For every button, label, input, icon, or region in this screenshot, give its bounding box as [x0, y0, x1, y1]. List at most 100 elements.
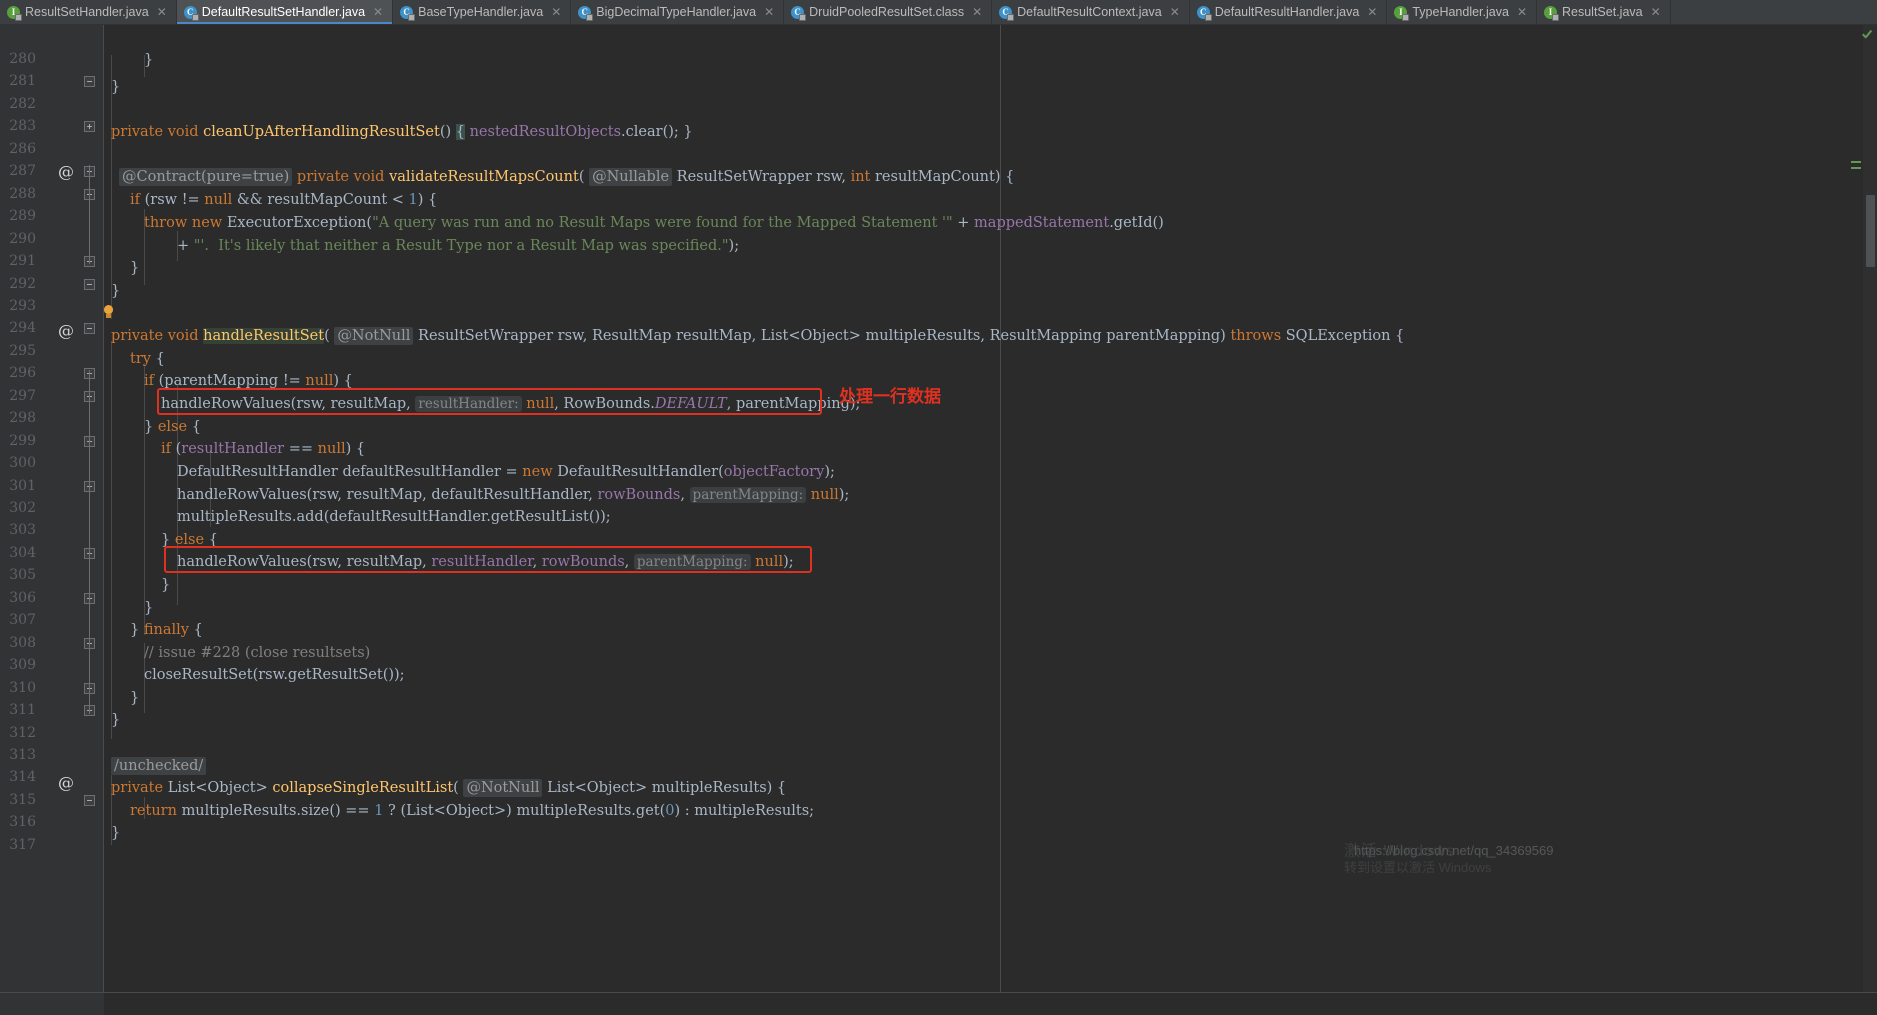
editor-gutter[interactable]: 280 281 282 283 286 287 288 289 290 291 292 293 294 2…: [0, 25, 104, 1015]
code-line-287: @Contract(pure=true) private void valida…: [119, 166, 1014, 188]
fold-collapse-icon[interactable]: [84, 794, 95, 806]
indent-guide: [144, 363, 145, 635]
line-number-310: 310: [9, 679, 36, 696]
scrollbar-thumb[interactable]: [1866, 195, 1875, 267]
code-line-296: if (parentMapping != null) {: [144, 373, 353, 389]
code-line-294: private void handleResultSet( @NotNull R…: [111, 327, 1405, 345]
tab-close-icon[interactable]: ✕: [764, 6, 774, 18]
bottom-editor-strip: [104, 993, 1877, 1015]
line-number-291: 291: [9, 253, 36, 270]
editor-scrollbar[interactable]: [1863, 25, 1877, 1015]
interface-icon: I: [7, 5, 22, 21]
line-number-307: 307: [9, 612, 36, 629]
code-line-313: /unchecked/: [111, 755, 207, 777]
tab-close-icon[interactable]: ✕: [1170, 6, 1180, 18]
error-stripe-marker[interactable]: [1851, 161, 1861, 163]
code-line-300: DefaultResultHandler defaultResultHandle…: [177, 464, 835, 480]
tab-close-icon[interactable]: ✕: [157, 6, 167, 18]
line-number-315: 315: [9, 791, 36, 808]
code-line-283: private void cleanUpAfterHandlingResultS…: [111, 124, 693, 140]
line-number-311: 311: [9, 702, 36, 719]
editor-tab-label: TypeHandler.java: [1412, 5, 1509, 19]
line-number-289: 289: [9, 208, 36, 225]
code-line-298: } else {: [144, 419, 201, 435]
code-editor[interactable]: 280 281 282 283 286 287 288 289 290 291 292 293 294 2…: [0, 25, 1877, 1015]
fold-region-line: [89, 370, 90, 620]
annotation-gutter-icon[interactable]: @: [58, 773, 74, 792]
code-line-314: private List<Object> collapseSingleResul…: [111, 779, 787, 797]
line-number-305: 305: [9, 567, 36, 584]
line-number-286: 286: [9, 140, 36, 157]
fold-expand-icon[interactable]: [84, 121, 95, 133]
line-number-295: 295: [9, 342, 36, 359]
annotation-note: 处理一行数据: [839, 387, 941, 407]
code-line-288: if (rsw != null && resultMapCount < 1) {: [130, 192, 438, 208]
line-number-317: 317: [9, 836, 36, 853]
annotation-gutter-icon[interactable]: @: [58, 162, 74, 181]
tab-close-icon[interactable]: ✕: [972, 6, 982, 18]
interface-icon: I: [1394, 5, 1410, 21]
code-text-surface[interactable]: } } private void cleanUpAfterHandlingRes…: [104, 25, 1877, 1015]
line-number-309: 309: [9, 657, 36, 674]
line-number-294: 294: [9, 320, 36, 337]
editor-tab-5[interactable]: C DefaultResultContext.java ✕: [992, 0, 1190, 24]
class-icon: C: [1196, 5, 1212, 21]
line-number-293: 293: [9, 297, 36, 314]
line-number-299: 299: [9, 432, 36, 449]
fold-region-line: [89, 189, 90, 264]
editor-tab-label: DruidPooledResultSet.class: [809, 5, 965, 19]
error-stripe-marker[interactable]: [1851, 167, 1861, 169]
code-line-281: }: [111, 79, 121, 95]
line-number-304: 304: [9, 544, 36, 561]
line-number-296: 296: [9, 365, 36, 382]
class-icon: C: [791, 5, 807, 21]
class-icon: C: [400, 5, 416, 21]
code-line-292: }: [111, 283, 121, 299]
indent-guide: [111, 341, 112, 739]
editor-tab-label: BaseTypeHandler.java: [418, 5, 544, 19]
code-line-311: }: [111, 712, 121, 728]
editor-tab-label: DefaultResultContext.java: [1017, 5, 1162, 19]
checkmark-ok-icon[interactable]: [1860, 29, 1874, 43]
line-number-312: 312: [9, 724, 36, 741]
code-line-310: }: [130, 690, 140, 706]
editor-tab-8[interactable]: I ResultSet.java ✕: [1537, 0, 1671, 24]
fold-collapse-icon[interactable]: [84, 76, 95, 88]
code-line-306: }: [144, 600, 154, 616]
editor-tab-label: BigDecimalTypeHandler.java: [596, 5, 757, 19]
editor-tab-6[interactable]: C DefaultResultHandler.java ✕: [1189, 0, 1388, 24]
code-line-290: + "'. It's likely that neither a Result …: [177, 238, 740, 254]
editor-tab-3[interactable]: C BigDecimalTypeHandler.java ✕: [571, 0, 785, 24]
fold-collapse-icon[interactable]: [84, 278, 95, 290]
fold-collapse-icon[interactable]: [84, 323, 95, 335]
code-line-302: multipleResults.add(defaultResultHandler…: [177, 509, 611, 525]
tab-close-icon[interactable]: ✕: [1367, 6, 1377, 18]
line-number-300: 300: [9, 455, 36, 472]
editor-tab-1[interactable]: C DefaultResultSetHandler.java ✕: [176, 0, 394, 24]
tab-close-icon[interactable]: ✕: [373, 6, 383, 18]
editor-tab-7[interactable]: I TypeHandler.java ✕: [1387, 0, 1537, 24]
code-line-299: if (resultHandler == null) {: [161, 441, 366, 457]
line-number-283: 283: [9, 118, 36, 135]
line-number-281: 281: [9, 73, 36, 90]
line-number-292: 292: [9, 275, 36, 292]
intention-bulb-icon[interactable]: [102, 305, 115, 319]
code-line-280: }: [144, 52, 154, 68]
code-line-291: }: [130, 260, 140, 276]
editor-tab-0[interactable]: I ResultSetHandler.java ✕: [0, 0, 177, 24]
editor-tab-bar[interactable]: I ResultSetHandler.java ✕ C DefaultResultSet…: [0, 0, 1877, 25]
code-line-304: handleRowValues(rsw, resultMap, resultHa…: [177, 554, 794, 570]
editor-tab-label: DefaultResultSetHandler.java: [201, 5, 366, 19]
code-line-305: }: [161, 577, 171, 593]
tab-close-icon[interactable]: ✕: [551, 6, 561, 18]
editor-tab-2[interactable]: C BaseTypeHandler.java ✕: [393, 0, 572, 24]
line-number-280: 280: [9, 51, 36, 67]
editor-tab-4[interactable]: C DruidPooledResultSet.class ✕: [784, 0, 993, 24]
class-icon: C: [183, 5, 199, 21]
class-icon: C: [999, 5, 1015, 21]
annotation-gutter-icon[interactable]: @: [58, 321, 74, 340]
line-number-287: 287: [9, 163, 36, 180]
line-number-290: 290: [9, 230, 36, 247]
tab-close-icon[interactable]: ✕: [1517, 6, 1527, 18]
tab-close-icon[interactable]: ✕: [1651, 6, 1661, 18]
